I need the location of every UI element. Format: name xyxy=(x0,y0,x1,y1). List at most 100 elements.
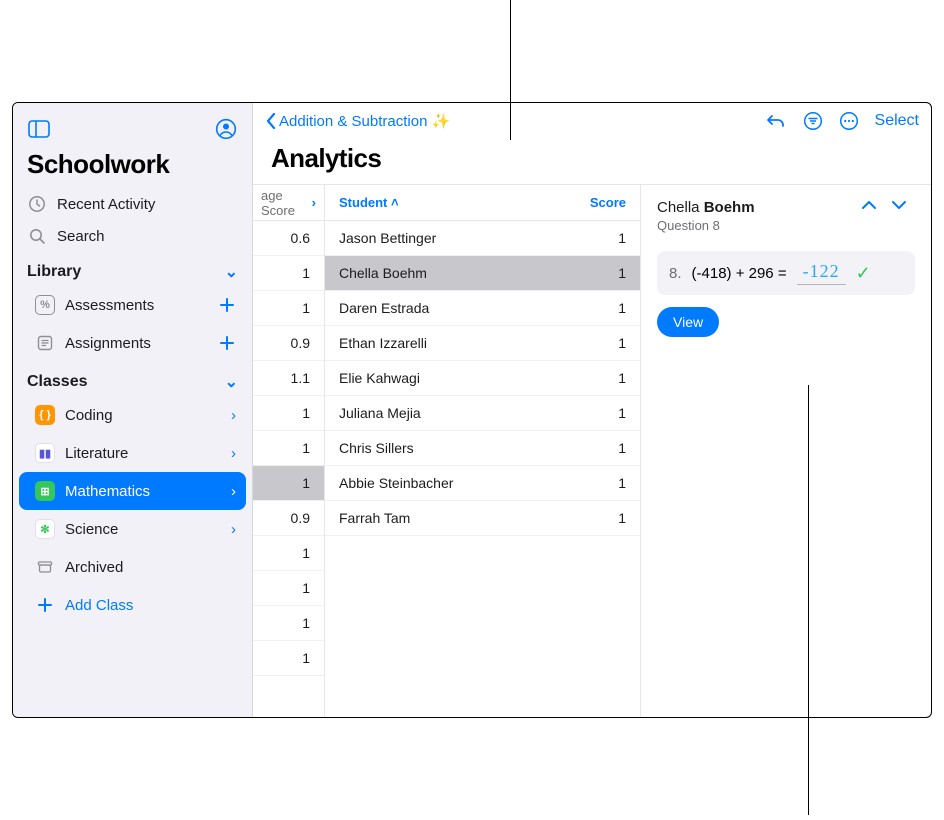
strip-header-label: age Score xyxy=(261,188,312,218)
classes-section-header[interactable]: Classes ⌄ xyxy=(13,362,252,396)
question-card: 8. (-418) + 296 = -122 ✓ xyxy=(657,251,915,295)
student-name-cell: Elie Kahwagi xyxy=(339,370,420,386)
student-row[interactable]: Daren Estrada 1 xyxy=(325,291,640,326)
sidebar-search[interactable]: Search xyxy=(13,220,252,252)
student-score-cell: 1 xyxy=(618,405,626,421)
back-button[interactable]: Addition & Subtraction ✨ xyxy=(265,112,450,130)
library-section-header[interactable]: Library ⌄ xyxy=(13,252,252,286)
next-question-button[interactable] xyxy=(891,199,907,211)
class-literature[interactable]: ▮▮ Literature › xyxy=(19,434,246,472)
toggle-sidebar-button[interactable] xyxy=(25,115,53,143)
chevron-right-icon: › xyxy=(231,407,236,424)
more-button[interactable] xyxy=(839,111,859,131)
sidebar-assessments[interactable]: % Assessments xyxy=(19,286,246,324)
prev-question-button[interactable] xyxy=(861,199,877,211)
strip-row[interactable]: 0.9 xyxy=(253,501,324,536)
chevron-down-icon xyxy=(891,199,907,211)
strip-row[interactable]: 1 xyxy=(253,291,324,326)
plus-icon xyxy=(33,596,57,614)
list-icon xyxy=(33,334,57,352)
app-window: Schoolwork Recent Activity Search Librar… xyxy=(12,102,932,718)
detail-pane: Chella Boehm Question 8 8. (-418) + 296 … xyxy=(641,185,931,717)
undo-button[interactable] xyxy=(765,112,787,130)
class-label: Coding xyxy=(65,407,113,424)
student-name-cell: Chris Sillers xyxy=(339,440,414,456)
back-label: Addition & Subtraction ✨ xyxy=(279,112,450,130)
strip-row[interactable]: 1 xyxy=(253,536,324,571)
section-label: Classes xyxy=(27,373,88,391)
student-name-cell: Juliana Mejia xyxy=(339,405,421,421)
class-label: Literature xyxy=(65,445,128,462)
strip-row[interactable]: 1 xyxy=(253,466,324,501)
filter-icon xyxy=(803,111,823,131)
sidebar-assignments[interactable]: Assignments xyxy=(19,324,246,362)
score-header[interactable]: Score xyxy=(590,195,626,210)
student-row[interactable]: Juliana Mejia 1 xyxy=(325,396,640,431)
class-archived[interactable]: Archived xyxy=(19,548,246,586)
student-name-cell: Ethan Izzarelli xyxy=(339,335,427,351)
archive-icon xyxy=(33,558,57,576)
sidebar: Schoolwork Recent Activity Search Librar… xyxy=(13,103,253,717)
strip-row[interactable]: 1 xyxy=(253,431,324,466)
app-title: Schoolwork xyxy=(13,145,252,188)
student-row[interactable]: Farrah Tam1 xyxy=(325,501,640,536)
chevron-right-icon[interactable]: › xyxy=(312,195,316,210)
student-row[interactable]: Jason Bettinger1 xyxy=(325,221,640,256)
student-row[interactable]: Chris Sillers 1 xyxy=(325,431,640,466)
student-row[interactable]: Elie Kahwagi 1 xyxy=(325,361,640,396)
chevron-left-icon xyxy=(265,112,277,130)
student-score-cell: 1 xyxy=(618,440,626,456)
strip-row[interactable]: 1 xyxy=(253,256,324,291)
question-number: 8. xyxy=(669,265,682,282)
plus-icon[interactable] xyxy=(218,296,236,314)
students-column: Student ˄ Score Jason Bettinger1Chella B… xyxy=(325,185,641,717)
profile-icon xyxy=(215,118,237,140)
student-score-cell: 1 xyxy=(618,300,626,316)
view-button[interactable]: View xyxy=(657,307,719,337)
code-icon: { } xyxy=(33,405,57,425)
strip-row[interactable]: 1.1 xyxy=(253,361,324,396)
add-class-button[interactable]: Add Class xyxy=(19,586,246,624)
books-icon: ▮▮ xyxy=(33,443,57,463)
chevron-right-icon: › xyxy=(231,483,236,500)
student-score-cell: 1 xyxy=(618,510,626,526)
student-row[interactable]: Chella Boehm 1 xyxy=(325,256,640,291)
sort-asc-icon: ˄ xyxy=(391,195,399,210)
strip-row[interactable]: 0.6 xyxy=(253,221,324,256)
student-name-cell: Daren Estrada xyxy=(339,300,429,316)
strip-row[interactable]: 1 xyxy=(253,641,324,676)
student-header[interactable]: Student ˄ xyxy=(339,195,399,210)
strip-row[interactable]: 1 xyxy=(253,396,324,431)
student-score-cell: 1 xyxy=(618,370,626,386)
sidebar-recent-activity[interactable]: Recent Activity xyxy=(13,188,252,220)
strip-row[interactable]: 0.9 xyxy=(253,326,324,361)
sidebar-icon xyxy=(28,120,50,138)
student-score-cell: 1 xyxy=(618,475,626,491)
student-name-cell: Chella Boehm xyxy=(339,265,427,281)
account-button[interactable] xyxy=(212,115,240,143)
callout-line-1 xyxy=(510,0,511,140)
student-score-cell: 1 xyxy=(618,265,626,281)
strip-row[interactable]: 1 xyxy=(253,571,324,606)
chevron-up-icon xyxy=(861,199,877,211)
undo-icon xyxy=(765,112,787,130)
class-science[interactable]: ✼ Science › xyxy=(19,510,246,548)
class-mathematics[interactable]: ⊞ Mathematics › xyxy=(19,472,246,510)
sidebar-item-label: Assessments xyxy=(65,297,154,314)
chevron-right-icon: › xyxy=(231,521,236,538)
plus-icon[interactable] xyxy=(218,334,236,352)
sidebar-item-label: Recent Activity xyxy=(57,196,155,213)
chevron-right-icon: › xyxy=(231,445,236,462)
select-link[interactable]: Select xyxy=(875,112,919,130)
student-answer: -122 xyxy=(803,261,840,281)
student-row[interactable]: Ethan Izzarelli 1 xyxy=(325,326,640,361)
student-row[interactable]: Abbie Steinbacher1 xyxy=(325,466,640,501)
class-coding[interactable]: { } Coding › xyxy=(19,396,246,434)
strip-row[interactable]: 1 xyxy=(253,606,324,641)
student-score-cell: 1 xyxy=(618,335,626,351)
calculator-icon: ⊞ xyxy=(33,481,57,501)
filter-button[interactable] xyxy=(803,111,823,131)
callout-line-2 xyxy=(808,385,809,815)
detail-nav xyxy=(861,199,907,211)
chevron-down-icon: ⌄ xyxy=(225,372,238,392)
